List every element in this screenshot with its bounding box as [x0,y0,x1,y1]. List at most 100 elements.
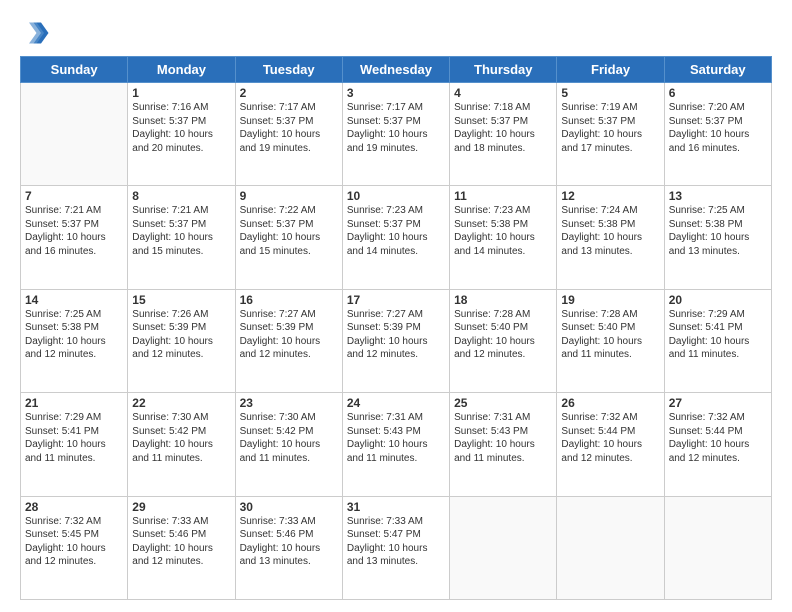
calendar-cell: 18Sunrise: 7:28 AM Sunset: 5:40 PM Dayli… [450,289,557,392]
day-header-thursday: Thursday [450,57,557,83]
cell-info: Sunrise: 7:30 AM Sunset: 5:42 PM Dayligh… [132,411,230,465]
day-number: 29 [132,500,230,514]
day-number: 19 [561,293,659,307]
calendar-cell: 20Sunrise: 7:29 AM Sunset: 5:41 PM Dayli… [664,289,771,392]
day-number: 17 [347,293,445,307]
day-header-sunday: Sunday [21,57,128,83]
day-header-saturday: Saturday [664,57,771,83]
cell-info: Sunrise: 7:29 AM Sunset: 5:41 PM Dayligh… [669,308,767,362]
cell-info: Sunrise: 7:32 AM Sunset: 5:44 PM Dayligh… [561,411,659,465]
calendar-cell: 15Sunrise: 7:26 AM Sunset: 5:39 PM Dayli… [128,289,235,392]
calendar-cell: 10Sunrise: 7:23 AM Sunset: 5:37 PM Dayli… [342,186,449,289]
cell-info: Sunrise: 7:28 AM Sunset: 5:40 PM Dayligh… [561,308,659,362]
day-number: 14 [25,293,123,307]
day-number: 15 [132,293,230,307]
cell-info: Sunrise: 7:21 AM Sunset: 5:37 PM Dayligh… [25,204,123,258]
cell-info: Sunrise: 7:33 AM Sunset: 5:46 PM Dayligh… [240,515,338,569]
day-number: 26 [561,396,659,410]
calendar-cell: 4Sunrise: 7:18 AM Sunset: 5:37 PM Daylig… [450,83,557,186]
calendar-cell [450,496,557,599]
cell-info: Sunrise: 7:17 AM Sunset: 5:37 PM Dayligh… [347,101,445,155]
calendar-cell: 26Sunrise: 7:32 AM Sunset: 5:44 PM Dayli… [557,393,664,496]
calendar-cell: 29Sunrise: 7:33 AM Sunset: 5:46 PM Dayli… [128,496,235,599]
day-number: 9 [240,189,338,203]
day-number: 13 [669,189,767,203]
day-number: 6 [669,86,767,100]
cell-info: Sunrise: 7:24 AM Sunset: 5:38 PM Dayligh… [561,204,659,258]
cell-info: Sunrise: 7:29 AM Sunset: 5:41 PM Dayligh… [25,411,123,465]
calendar-cell: 1Sunrise: 7:16 AM Sunset: 5:37 PM Daylig… [128,83,235,186]
cell-info: Sunrise: 7:27 AM Sunset: 5:39 PM Dayligh… [347,308,445,362]
cell-info: Sunrise: 7:25 AM Sunset: 5:38 PM Dayligh… [25,308,123,362]
logo [20,18,54,48]
calendar-cell: 31Sunrise: 7:33 AM Sunset: 5:47 PM Dayli… [342,496,449,599]
page: SundayMondayTuesdayWednesdayThursdayFrid… [0,0,792,612]
day-header-wednesday: Wednesday [342,57,449,83]
cell-info: Sunrise: 7:31 AM Sunset: 5:43 PM Dayligh… [454,411,552,465]
day-number: 2 [240,86,338,100]
cell-info: Sunrise: 7:23 AM Sunset: 5:37 PM Dayligh… [347,204,445,258]
calendar-table: SundayMondayTuesdayWednesdayThursdayFrid… [20,56,772,600]
cell-info: Sunrise: 7:21 AM Sunset: 5:37 PM Dayligh… [132,204,230,258]
day-number: 12 [561,189,659,203]
calendar-week-2: 7Sunrise: 7:21 AM Sunset: 5:37 PM Daylig… [21,186,772,289]
day-number: 1 [132,86,230,100]
calendar-cell: 2Sunrise: 7:17 AM Sunset: 5:37 PM Daylig… [235,83,342,186]
cell-info: Sunrise: 7:16 AM Sunset: 5:37 PM Dayligh… [132,101,230,155]
calendar-cell: 7Sunrise: 7:21 AM Sunset: 5:37 PM Daylig… [21,186,128,289]
day-number: 8 [132,189,230,203]
day-number: 25 [454,396,552,410]
calendar-cell: 24Sunrise: 7:31 AM Sunset: 5:43 PM Dayli… [342,393,449,496]
calendar-cell [21,83,128,186]
cell-info: Sunrise: 7:30 AM Sunset: 5:42 PM Dayligh… [240,411,338,465]
calendar-cell [664,496,771,599]
days-header-row: SundayMondayTuesdayWednesdayThursdayFrid… [21,57,772,83]
day-number: 24 [347,396,445,410]
cell-info: Sunrise: 7:18 AM Sunset: 5:37 PM Dayligh… [454,101,552,155]
calendar-cell: 12Sunrise: 7:24 AM Sunset: 5:38 PM Dayli… [557,186,664,289]
cell-info: Sunrise: 7:32 AM Sunset: 5:44 PM Dayligh… [669,411,767,465]
calendar-cell: 11Sunrise: 7:23 AM Sunset: 5:38 PM Dayli… [450,186,557,289]
calendar-cell: 8Sunrise: 7:21 AM Sunset: 5:37 PM Daylig… [128,186,235,289]
calendar-cell [557,496,664,599]
cell-info: Sunrise: 7:19 AM Sunset: 5:37 PM Dayligh… [561,101,659,155]
day-header-friday: Friday [557,57,664,83]
day-number: 22 [132,396,230,410]
day-number: 20 [669,293,767,307]
day-number: 31 [347,500,445,514]
day-number: 27 [669,396,767,410]
calendar-cell: 14Sunrise: 7:25 AM Sunset: 5:38 PM Dayli… [21,289,128,392]
day-number: 18 [454,293,552,307]
day-number: 10 [347,189,445,203]
cell-info: Sunrise: 7:22 AM Sunset: 5:37 PM Dayligh… [240,204,338,258]
day-number: 23 [240,396,338,410]
cell-info: Sunrise: 7:17 AM Sunset: 5:37 PM Dayligh… [240,101,338,155]
cell-info: Sunrise: 7:28 AM Sunset: 5:40 PM Dayligh… [454,308,552,362]
calendar-cell: 16Sunrise: 7:27 AM Sunset: 5:39 PM Dayli… [235,289,342,392]
calendar-cell: 13Sunrise: 7:25 AM Sunset: 5:38 PM Dayli… [664,186,771,289]
cell-info: Sunrise: 7:27 AM Sunset: 5:39 PM Dayligh… [240,308,338,362]
cell-info: Sunrise: 7:33 AM Sunset: 5:46 PM Dayligh… [132,515,230,569]
calendar-cell: 22Sunrise: 7:30 AM Sunset: 5:42 PM Dayli… [128,393,235,496]
day-number: 16 [240,293,338,307]
calendar-cell: 9Sunrise: 7:22 AM Sunset: 5:37 PM Daylig… [235,186,342,289]
logo-icon [20,18,50,48]
day-number: 11 [454,189,552,203]
day-header-tuesday: Tuesday [235,57,342,83]
calendar-cell: 6Sunrise: 7:20 AM Sunset: 5:37 PM Daylig… [664,83,771,186]
calendar-cell: 27Sunrise: 7:32 AM Sunset: 5:44 PM Dayli… [664,393,771,496]
cell-info: Sunrise: 7:25 AM Sunset: 5:38 PM Dayligh… [669,204,767,258]
day-number: 7 [25,189,123,203]
calendar-cell: 19Sunrise: 7:28 AM Sunset: 5:40 PM Dayli… [557,289,664,392]
calendar-week-3: 14Sunrise: 7:25 AM Sunset: 5:38 PM Dayli… [21,289,772,392]
calendar-week-4: 21Sunrise: 7:29 AM Sunset: 5:41 PM Dayli… [21,393,772,496]
cell-info: Sunrise: 7:23 AM Sunset: 5:38 PM Dayligh… [454,204,552,258]
calendar-week-5: 28Sunrise: 7:32 AM Sunset: 5:45 PM Dayli… [21,496,772,599]
cell-info: Sunrise: 7:32 AM Sunset: 5:45 PM Dayligh… [25,515,123,569]
day-number: 5 [561,86,659,100]
day-header-monday: Monday [128,57,235,83]
cell-info: Sunrise: 7:26 AM Sunset: 5:39 PM Dayligh… [132,308,230,362]
calendar-cell: 21Sunrise: 7:29 AM Sunset: 5:41 PM Dayli… [21,393,128,496]
cell-info: Sunrise: 7:31 AM Sunset: 5:43 PM Dayligh… [347,411,445,465]
calendar-cell: 28Sunrise: 7:32 AM Sunset: 5:45 PM Dayli… [21,496,128,599]
